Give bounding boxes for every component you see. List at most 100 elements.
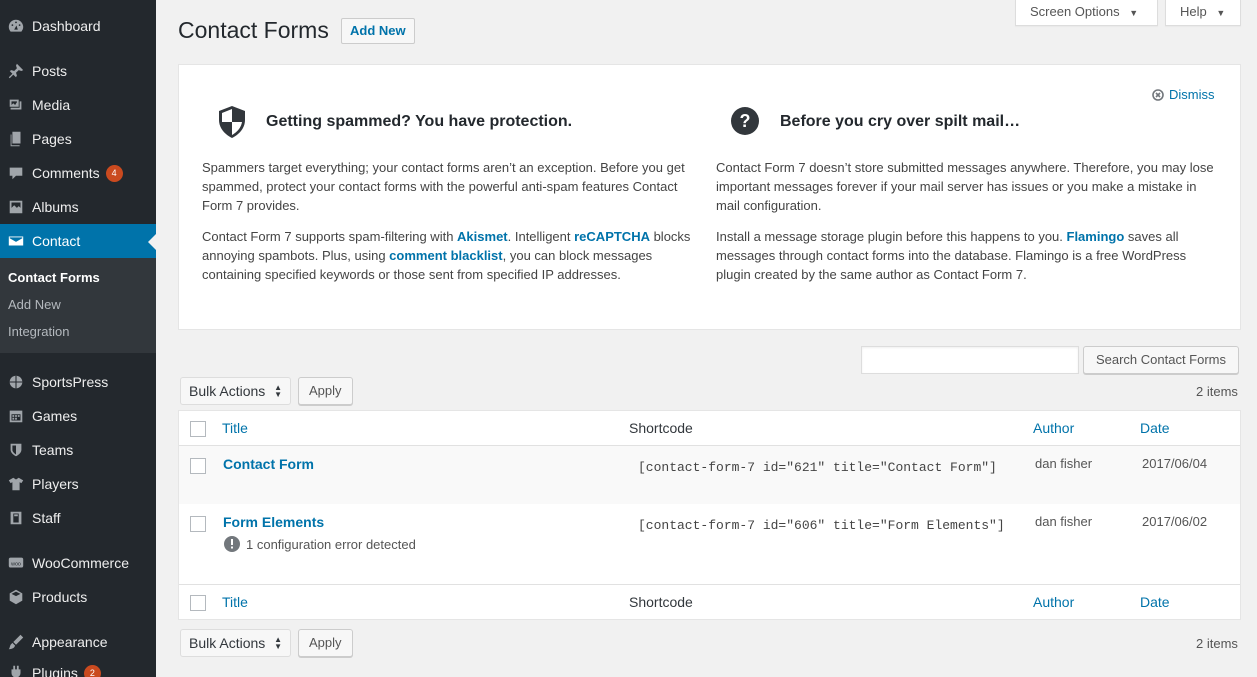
bulk-actions-select[interactable]: Bulk Actions ▲ ▼: [180, 377, 291, 405]
page-title: Contact Forms: [178, 17, 329, 43]
shield-icon: [10, 443, 22, 457]
help-label: Help: [1180, 4, 1207, 19]
sidebar-item-woocommerce[interactable]: woo WooCommerce: [0, 546, 156, 580]
comment-icon: [9, 167, 23, 180]
sidebar-item-label: Comments: [32, 165, 100, 181]
sidebar-item-label: Albums: [32, 199, 79, 215]
table-row: Contact Form [contact-form-7 id="621" ti…: [179, 446, 1240, 504]
column-title[interactable]: Title: [222, 420, 248, 436]
sidebar-item-games[interactable]: Games: [0, 399, 156, 433]
box-icon: [9, 589, 23, 605]
sidebar-item-label: Dashboard: [32, 18, 101, 34]
flamingo-link[interactable]: Flamingo: [1067, 229, 1125, 244]
sidebar-item-products[interactable]: Products: [0, 580, 156, 614]
akismet-link[interactable]: Akismet: [457, 229, 508, 244]
brush-icon: [8, 634, 24, 650]
sidebar-item-label: Posts: [32, 63, 68, 79]
column-date[interactable]: Date: [1140, 420, 1170, 436]
help-button[interactable]: Help ▼: [1165, 0, 1241, 26]
staff-icon: [10, 511, 22, 525]
config-error-notice: 1 configuration error detected: [224, 536, 416, 552]
select-all-checkbox[interactable]: [190, 595, 206, 611]
column-author[interactable]: Author: [1033, 420, 1074, 436]
table-header: Title Shortcode Author Date: [179, 411, 1240, 445]
sidebar-item-label: Pages: [32, 131, 72, 147]
plugins-count-badge: 2: [83, 664, 101, 677]
select-all-checkbox[interactable]: [190, 421, 206, 437]
bulk-actions-label: Bulk Actions: [189, 383, 266, 399]
sidebar-item-label: SportsPress: [32, 374, 109, 390]
row-checkbox[interactable]: [190, 458, 206, 474]
bulk-actions-label: Bulk Actions: [189, 635, 266, 651]
column-title[interactable]: Title: [222, 594, 248, 610]
flamingo-text: Install a message storage plugin before …: [716, 229, 1187, 282]
sidebar-item-staff[interactable]: Staff: [0, 501, 156, 535]
sidebar-item-media[interactable]: Media: [0, 88, 156, 122]
sidebar-item-posts[interactable]: Posts: [0, 54, 156, 88]
dashboard-icon: [8, 19, 24, 32]
shortcode-cell: [contact-form-7 id="621" title="Contact …: [638, 460, 997, 475]
config-error-text: 1 configuration error detected: [246, 536, 416, 552]
select-arrows-icon: ▲ ▼: [274, 635, 282, 651]
apply-button-bottom[interactable]: Apply: [298, 629, 353, 657]
author-cell: dan fisher: [1035, 514, 1093, 529]
pages-icon: [10, 131, 21, 147]
form-title-link[interactable]: Form Elements: [223, 514, 324, 530]
items-count: 2 items: [1196, 384, 1238, 399]
comment-blacklist-link[interactable]: comment blacklist: [389, 248, 502, 263]
submenu-integration[interactable]: Integration: [8, 324, 69, 339]
author-cell: dan fisher: [1035, 456, 1093, 471]
sidebar-item-label: Media: [32, 97, 71, 113]
calendar-icon: [9, 410, 23, 423]
spilt-mail-text: Contact Form 7 doesn’t store submitted m…: [716, 160, 1214, 213]
sidebar-item-dashboard[interactable]: Dashboard: [0, 9, 156, 43]
select-arrows-icon: ▲ ▼: [274, 383, 282, 399]
submenu-add-new[interactable]: Add New: [8, 297, 61, 312]
shirt-icon: [8, 477, 24, 491]
chevron-down-icon: ▼: [1216, 8, 1226, 18]
sidebar-item-label: Teams: [32, 442, 74, 458]
sidebar-item-teams[interactable]: Teams: [0, 433, 156, 467]
sidebar-item-players[interactable]: Players: [0, 467, 156, 501]
sidebar-item-plugins[interactable]: Plugins 2: [0, 656, 156, 677]
items-count-bottom: 2 items: [1196, 636, 1238, 651]
screen-options-label: Screen Options: [1030, 4, 1120, 19]
shortcode-cell: [contact-form-7 id="606" title="Form Ele…: [638, 518, 1005, 533]
form-title-link[interactable]: Contact Form: [223, 456, 314, 472]
media-icon: [9, 99, 22, 110]
sidebar-item-label: Players: [32, 476, 79, 492]
submenu-contact-forms[interactable]: Contact Forms: [8, 270, 100, 285]
column-author[interactable]: Author: [1033, 594, 1074, 610]
table-row: Form Elements [contact-form-7 id="606" t…: [179, 504, 1240, 582]
sidebar-item-albums[interactable]: Albums: [0, 190, 156, 224]
dismiss-label: Dismiss: [1169, 87, 1215, 102]
sidebar-item-appearance[interactable]: Appearance: [0, 625, 156, 659]
shield-icon: [219, 106, 245, 138]
dismiss-link[interactable]: Dismiss: [1152, 87, 1215, 102]
apply-button[interactable]: Apply: [298, 377, 353, 405]
row-checkbox[interactable]: [190, 516, 206, 532]
spam-protection-text: Spammers target everything; your contact…: [202, 160, 685, 213]
sidebar-item-label: Plugins: [32, 665, 78, 677]
welcome-panel: Dismiss Getting spammed? You have protec…: [178, 64, 1241, 330]
spam-protection-title: Getting spammed? You have protection.: [266, 113, 573, 130]
recaptcha-link[interactable]: reCAPTCHA: [574, 229, 650, 244]
screen-options-button[interactable]: Screen Options ▼: [1015, 0, 1158, 26]
sidebar-item-label: Staff: [32, 510, 61, 526]
sidebar-item-contact[interactable]: Contact: [0, 224, 156, 258]
column-date[interactable]: Date: [1140, 594, 1170, 610]
sidebar-item-sportspress[interactable]: SportsPress: [0, 365, 156, 399]
add-new-button[interactable]: Add New: [341, 18, 415, 44]
search-contact-forms-button[interactable]: Search Contact Forms: [1083, 346, 1239, 374]
svg-text:?: ?: [740, 111, 751, 131]
date-cell: 2017/06/04: [1142, 456, 1208, 471]
contact-submenu: Contact Forms Add New Integration: [0, 258, 156, 353]
bulk-actions-select-bottom[interactable]: Bulk Actions ▲ ▼: [180, 629, 291, 657]
plugin-icon: [11, 665, 21, 677]
sidebar-item-comments[interactable]: Comments 4: [0, 156, 156, 190]
sidebar-item-label: Appearance: [32, 634, 108, 650]
sidebar-item-pages[interactable]: Pages: [0, 122, 156, 156]
chevron-down-icon: ▼: [1129, 8, 1139, 18]
search-input[interactable]: [861, 346, 1079, 374]
admin-sidebar: Dashboard Posts Media Pages Comments 4 A…: [0, 0, 156, 677]
